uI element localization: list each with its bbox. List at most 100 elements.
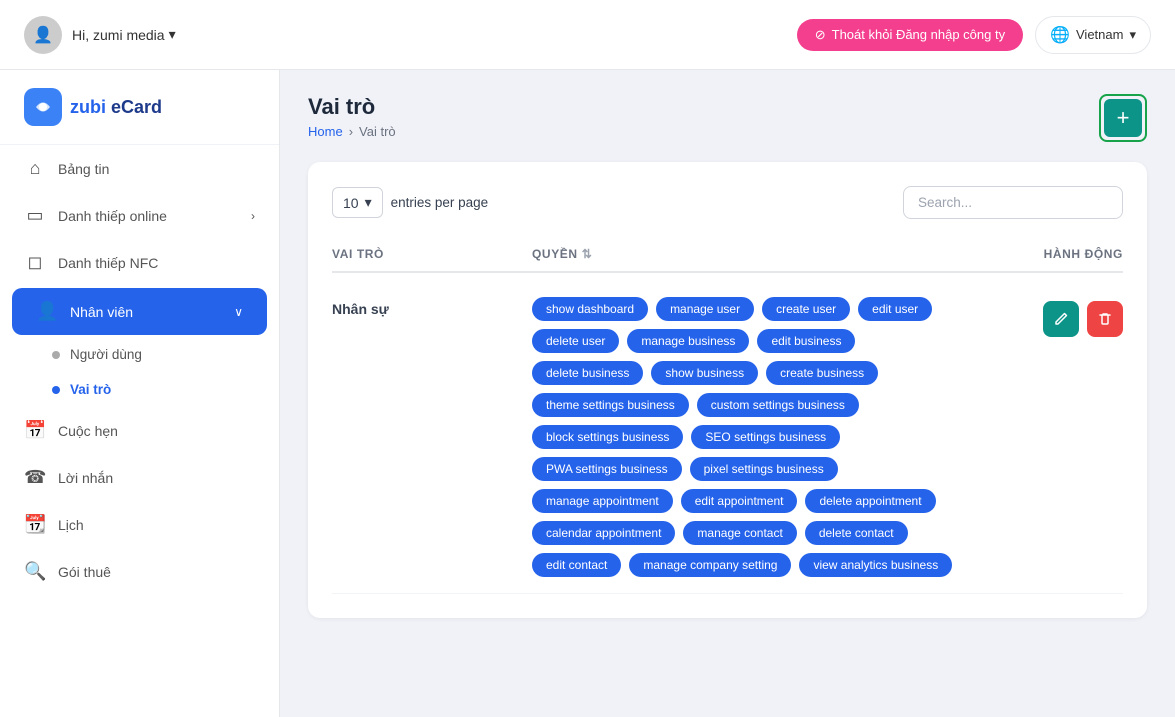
permission-tag: pixel settings business: [690, 457, 838, 481]
nav-icon-danh-thiep-online: ▭: [24, 205, 46, 226]
table-row: Nhân sự show dashboard manage user create …: [332, 281, 1123, 594]
action-buttons: [963, 297, 1123, 337]
sub-dot-vai-tro: [52, 386, 60, 394]
layout: zubi eCard ⌂ Bảng tin ▭ Danh thiếp onlin…: [0, 70, 1175, 717]
permission-tag: manage business: [627, 329, 749, 353]
sidebar: zubi eCard ⌂ Bảng tin ▭ Danh thiếp onlin…: [0, 70, 280, 717]
logout-label: Thoát khỏi Đăng nhập công ty: [832, 27, 1005, 42]
page-title-section: Vai trò Home › Vai trò: [308, 94, 396, 139]
nav-label-danh-thiep-online: Danh thiếp online: [58, 208, 167, 224]
page-header: Vai trò Home › Vai trò +: [308, 94, 1147, 142]
logo-text2: eCard: [106, 97, 162, 117]
nav-icon-cuoc-hen: 📅: [24, 420, 46, 441]
sidebar-item-cuoc-hen[interactable]: 📅 Cuộc hẹn: [0, 407, 279, 454]
breadcrumb-home-link[interactable]: Home: [308, 124, 343, 139]
sidebar-item-loi-nhan[interactable]: ☎ Lời nhắn: [0, 454, 279, 501]
permission-tag: edit contact: [532, 553, 621, 577]
breadcrumb-current: Vai trò: [359, 124, 396, 139]
logout-icon: ⊘: [815, 27, 826, 43]
logout-button[interactable]: ⊘ Thoát khỏi Đăng nhập công ty: [797, 19, 1023, 51]
search-input[interactable]: [903, 186, 1123, 219]
sidebar-item-danh-thiep-nfc[interactable]: ◻ Danh thiếp NFC: [0, 239, 279, 286]
permissions-area: show dashboard manage user create user edit…: [532, 297, 963, 577]
greeting-chevron-icon: ▾: [169, 26, 176, 43]
sort-icon: ⇅: [582, 247, 593, 261]
permission-tag: PWA settings business: [532, 457, 682, 481]
language-button[interactable]: 🌐 Vietnam ▾: [1035, 16, 1151, 54]
permission-tag: delete business: [532, 361, 643, 385]
entries-chevron-icon: ▾: [365, 194, 372, 211]
nav-label-danh-thiep-nfc: Danh thiếp NFC: [58, 255, 158, 271]
permission-tag: theme settings business: [532, 393, 689, 417]
sub-dot-nguoi-dung: [52, 351, 60, 359]
permission-tag: manage company setting: [629, 553, 791, 577]
permission-tag: edit appointment: [681, 489, 798, 513]
topbar: 👤 Hi, zumi media ▾ ⊘ Thoát khỏi Đăng nhậ…: [0, 0, 1175, 70]
permission-tag: show business: [651, 361, 758, 385]
lang-chevron-icon: ▾: [1129, 27, 1136, 43]
nav-icon-loi-nhan: ☎: [24, 467, 46, 488]
nav-label-bang-tin: Bảng tin: [58, 161, 109, 177]
sidebar-sub-item-nguoi-dung[interactable]: Người dùng: [0, 337, 279, 372]
permission-tag: create user: [762, 297, 850, 321]
sidebar-sub-item-vai-tro[interactable]: Vai trò: [0, 372, 279, 407]
nav-label-loi-nhan: Lời nhắn: [58, 470, 113, 486]
permission-tag: calendar appointment: [532, 521, 675, 545]
permission-tag: block settings business: [532, 425, 683, 449]
nav-label-lich: Lịch: [58, 517, 84, 533]
permission-tag: view analytics business: [799, 553, 952, 577]
logo-text: zubi eCard: [70, 97, 162, 118]
logo-text1: zubi: [70, 97, 106, 117]
permission-tag: edit business: [757, 329, 855, 353]
add-button-wrapper: +: [1099, 94, 1147, 142]
sidebar-item-danh-thiep-online[interactable]: ▭ Danh thiếp online ›: [0, 192, 279, 239]
topbar-left: 👤 Hi, zumi media ▾: [24, 16, 176, 54]
permission-tag: manage appointment: [532, 489, 673, 513]
main-card: 10 ▾ entries per page VAI TRÒ QUYỀN ⇅ HÀ…: [308, 162, 1147, 618]
role-name: Nhân sự: [332, 297, 532, 317]
th-vai-tro: VAI TRÒ: [332, 247, 532, 261]
add-role-button[interactable]: +: [1104, 99, 1142, 137]
avatar: 👤: [24, 16, 62, 54]
nav-label-cuoc-hen: Cuộc hẹn: [58, 423, 118, 439]
permission-tag: manage contact: [683, 521, 796, 545]
edit-role-button[interactable]: [1043, 301, 1079, 337]
nav-label-goi-thue: Gói thuê: [58, 564, 111, 580]
permission-tag: show dashboard: [532, 297, 648, 321]
nav-label-nhan-vien: Nhân viên: [70, 304, 133, 320]
sidebar-item-bang-tin[interactable]: ⌂ Bảng tin: [0, 145, 279, 192]
nav-icon-goi-thue: 🔍: [24, 561, 46, 582]
permission-tag: SEO settings business: [691, 425, 840, 449]
logo-icon: [24, 88, 62, 126]
permission-tag: custom settings business: [697, 393, 859, 417]
page-title: Vai trò: [308, 94, 396, 120]
sidebar-item-nhan-vien[interactable]: 👤 Nhân viên ∨: [12, 288, 267, 335]
nav-icon-lich: 📆: [24, 514, 46, 535]
th-quyen[interactable]: QUYỀN ⇅: [532, 247, 963, 261]
lang-label: Vietnam: [1076, 27, 1123, 42]
sidebar-item-lich[interactable]: 📆 Lịch: [0, 501, 279, 548]
permission-tag: manage user: [656, 297, 754, 321]
th-hanh-dong: HÀNH ĐỘNG: [963, 247, 1123, 261]
nav-icon-nhan-vien: 👤: [36, 301, 58, 322]
table-body: Nhân sự show dashboard manage user create …: [332, 281, 1123, 594]
logo-area: zubi eCard: [0, 70, 279, 145]
topbar-right: ⊘ Thoát khỏi Đăng nhập công ty 🌐 Vietnam…: [797, 16, 1151, 54]
table-controls: 10 ▾ entries per page: [332, 186, 1123, 219]
sidebar-item-goi-thue[interactable]: 🔍 Gói thuê: [0, 548, 279, 595]
nav-container: ⌂ Bảng tin ▭ Danh thiếp online › ◻ Danh …: [0, 145, 279, 595]
breadcrumb: Home › Vai trò: [308, 124, 396, 139]
table-header: VAI TRÒ QUYỀN ⇅ HÀNH ĐỘNG: [332, 237, 1123, 273]
permission-tag: delete appointment: [805, 489, 935, 513]
user-greeting[interactable]: Hi, zumi media ▾: [72, 26, 176, 43]
permission-tag: edit user: [858, 297, 932, 321]
nav-chevron-nhan-vien: ∨: [234, 305, 243, 319]
th-quyen-label: QUYỀN: [532, 247, 578, 261]
entries-value: 10: [343, 195, 359, 211]
nav-icon-danh-thiep-nfc: ◻: [24, 252, 46, 273]
entries-per-page-select[interactable]: 10 ▾: [332, 187, 383, 218]
globe-icon: 🌐: [1050, 25, 1070, 45]
sub-label-vai-tro: Vai trò: [70, 382, 111, 397]
entries-select: 10 ▾ entries per page: [332, 187, 488, 218]
delete-role-button[interactable]: [1087, 301, 1123, 337]
